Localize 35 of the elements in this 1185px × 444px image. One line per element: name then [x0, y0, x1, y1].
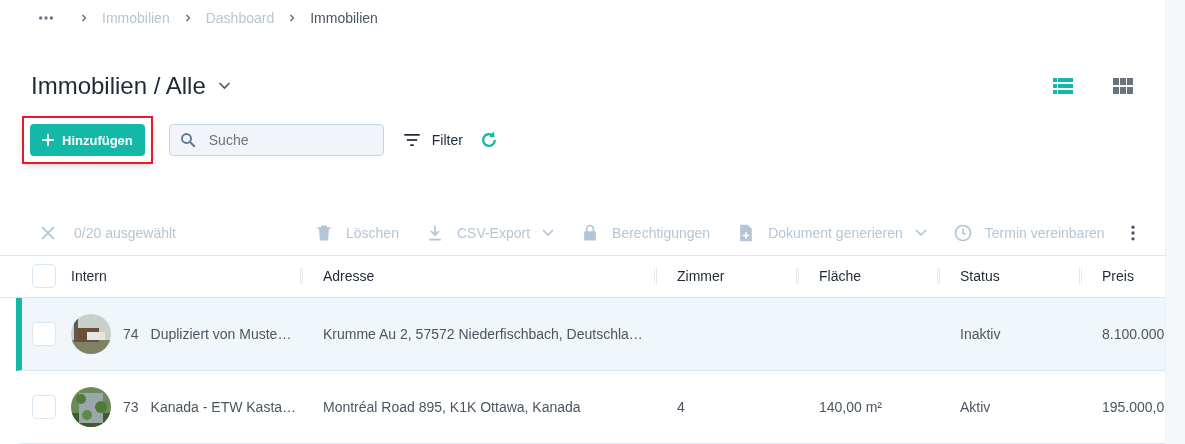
table-cell-text: Kanada - ETW Kasta…: [150, 398, 297, 417]
table-cell: 195.000,0: [1102, 399, 1165, 415]
chevron-icon: [914, 228, 927, 237]
table-cell: 4: [677, 399, 685, 415]
search-icon: [178, 131, 197, 150]
chevron-icon: [217, 82, 231, 91]
column-header[interactable]: Intern: [71, 266, 107, 287]
filter-icon: [403, 134, 420, 147]
table-cell: 140,00 m²: [819, 399, 883, 415]
checkbox[interactable]: [32, 264, 56, 289]
plus-icon: [42, 134, 54, 147]
column-header[interactable]: Status: [960, 266, 1000, 287]
title-dropdown[interactable]: [217, 82, 231, 91]
column-header[interactable]: Preis: [1102, 266, 1134, 287]
page-title: Immobilien / Alle: [31, 71, 206, 102]
table-cell-text: Dupliziert von Muste…: [150, 325, 292, 344]
column-header[interactable]: Zimmer: [677, 266, 725, 287]
search-field[interactable]: Suche: [168, 124, 384, 157]
column-header[interactable]: Fläche: [819, 266, 862, 287]
table-cell: Inaktiv: [960, 326, 1001, 342]
filter-button[interactable]: Filter: [403, 130, 463, 151]
table-cell: Aktiv: [960, 399, 991, 415]
table-row[interactable]: 74 Dupliziert von Muste… Krumme Au 2, 57572 Niederfischbach, Deutschla… Inaktiv 8.100.000: [16, 298, 1165, 371]
chevron-icon: [542, 228, 555, 237]
clock-icon: [952, 222, 973, 243]
column-header[interactable]: Adresse: [323, 266, 375, 287]
checkbox[interactable]: [32, 322, 56, 346]
table-cell: Krumme Au 2, 57572 Niederfischbach, Deutschla…: [323, 326, 643, 342]
table-cell-text: 74: [123, 325, 139, 344]
table-cell-text: 73: [123, 398, 139, 417]
breadcrumb-link[interactable]: Immobilien: [310, 8, 378, 29]
selection-count: 0/20 ausgewählt: [74, 223, 177, 243]
table-cell: Montréal Road 895, K1K Ottawa, Kanada: [323, 399, 581, 415]
table-cell: 8.100.000: [1102, 326, 1165, 342]
checkbox[interactable]: [32, 395, 56, 419]
